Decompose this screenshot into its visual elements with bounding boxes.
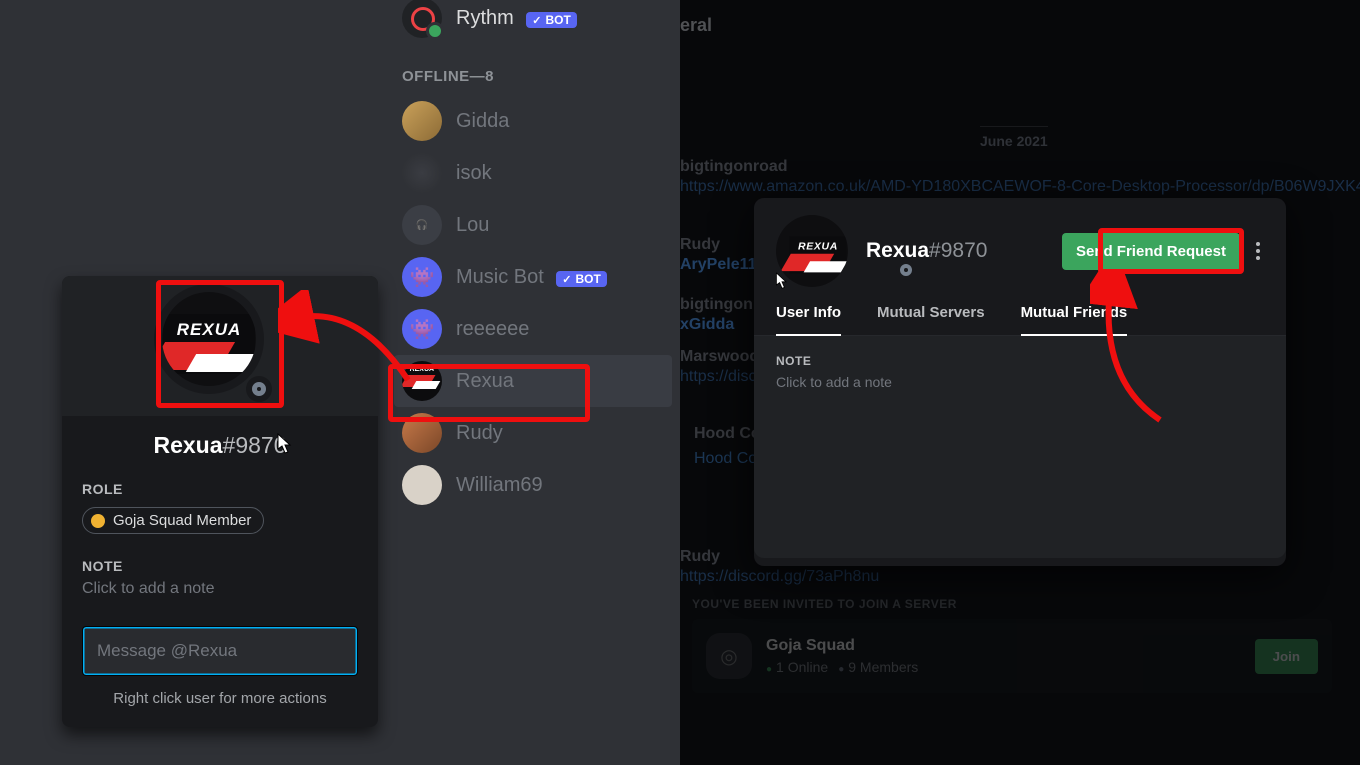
annotation-box	[388, 364, 590, 422]
tab-user-info[interactable]: User Info	[776, 304, 841, 335]
role-label: ROLE	[82, 481, 358, 497]
member-row[interactable]: 👾 Music Bot BOT	[402, 251, 680, 303]
avatar: 🎧	[402, 205, 442, 245]
tab-mutual-friends[interactable]: Mutual Friends	[1021, 304, 1128, 335]
member-name: Gidda	[456, 110, 509, 133]
member-name: isok	[456, 162, 492, 185]
server-name: Goja Squad	[766, 637, 918, 655]
more-options-icon[interactable]	[1252, 238, 1264, 264]
server-invite-card: YOU'VE BEEN INVITED TO JOIN A SERVER ◎ G…	[692, 597, 1332, 693]
member-row[interactable]: 👾 reeeeee	[402, 303, 680, 355]
right-click-hint: Right click user for more actions	[62, 690, 378, 707]
member-row[interactable]: William69	[402, 459, 680, 511]
role-pill[interactable]: Goja Squad Member	[82, 507, 264, 534]
member-row-rythm[interactable]: Rythm BOT	[402, 0, 680, 44]
message-input[interactable]	[82, 626, 358, 676]
member-name: Music Bot	[456, 266, 544, 288]
avatar: 👾	[402, 257, 442, 297]
member-row[interactable]: Gidda	[402, 95, 680, 147]
member-name: Lou	[456, 214, 489, 237]
tab-mutual-servers[interactable]: Mutual Servers	[877, 304, 985, 335]
cursor-icon	[776, 272, 789, 290]
member-row[interactable]: 🎧 Lou	[402, 199, 680, 251]
bot-tag: BOT	[526, 12, 577, 28]
note-label: NOTE	[82, 558, 358, 574]
avatar-rythm	[402, 0, 442, 38]
offline-header: OFFLINE—8	[402, 68, 680, 85]
avatar	[402, 101, 442, 141]
right-panel: eral June 2021 bigtingonroad https://www…	[680, 0, 1360, 765]
cursor-icon	[277, 433, 293, 455]
server-meta: 1 Online9 Members	[766, 659, 918, 675]
annotation-box	[156, 280, 284, 408]
annotation-box	[1098, 228, 1244, 274]
join-button[interactable]: Join	[1255, 639, 1318, 674]
member-name: reeeeee	[456, 318, 529, 341]
left-panel: Rythm BOT OFFLINE—8 Gidda isok 🎧 Lou 👾	[0, 0, 680, 765]
member-row[interactable]: isok	[402, 147, 680, 199]
invite-label: YOU'VE BEEN INVITED TO JOIN A SERVER	[692, 597, 1332, 611]
channel-header: eral	[680, 0, 1360, 50]
member-name: Rudy	[456, 422, 503, 445]
note-label: NOTE	[776, 354, 1264, 368]
bot-tag: BOT	[556, 271, 607, 287]
member-name: Rythm	[456, 7, 514, 29]
profile-tabs: User Info Mutual Servers Mutual Friends	[754, 304, 1286, 336]
date-divider: June 2021	[980, 126, 1048, 149]
note-input[interactable]: Click to add a note	[776, 374, 1264, 390]
server-icon: ◎	[706, 633, 752, 679]
note-input[interactable]: Click to add a note	[82, 580, 358, 598]
status-offline-icon	[896, 260, 916, 280]
avatar	[402, 153, 442, 193]
role-name: Goja Squad Member	[113, 512, 251, 529]
avatar: 👾	[402, 309, 442, 349]
member-name: William69	[456, 474, 543, 497]
avatar	[402, 465, 442, 505]
role-color-dot	[91, 514, 105, 528]
popout-username: Rexua#9870	[62, 432, 378, 459]
modal-username: Rexua#9870	[866, 239, 987, 263]
